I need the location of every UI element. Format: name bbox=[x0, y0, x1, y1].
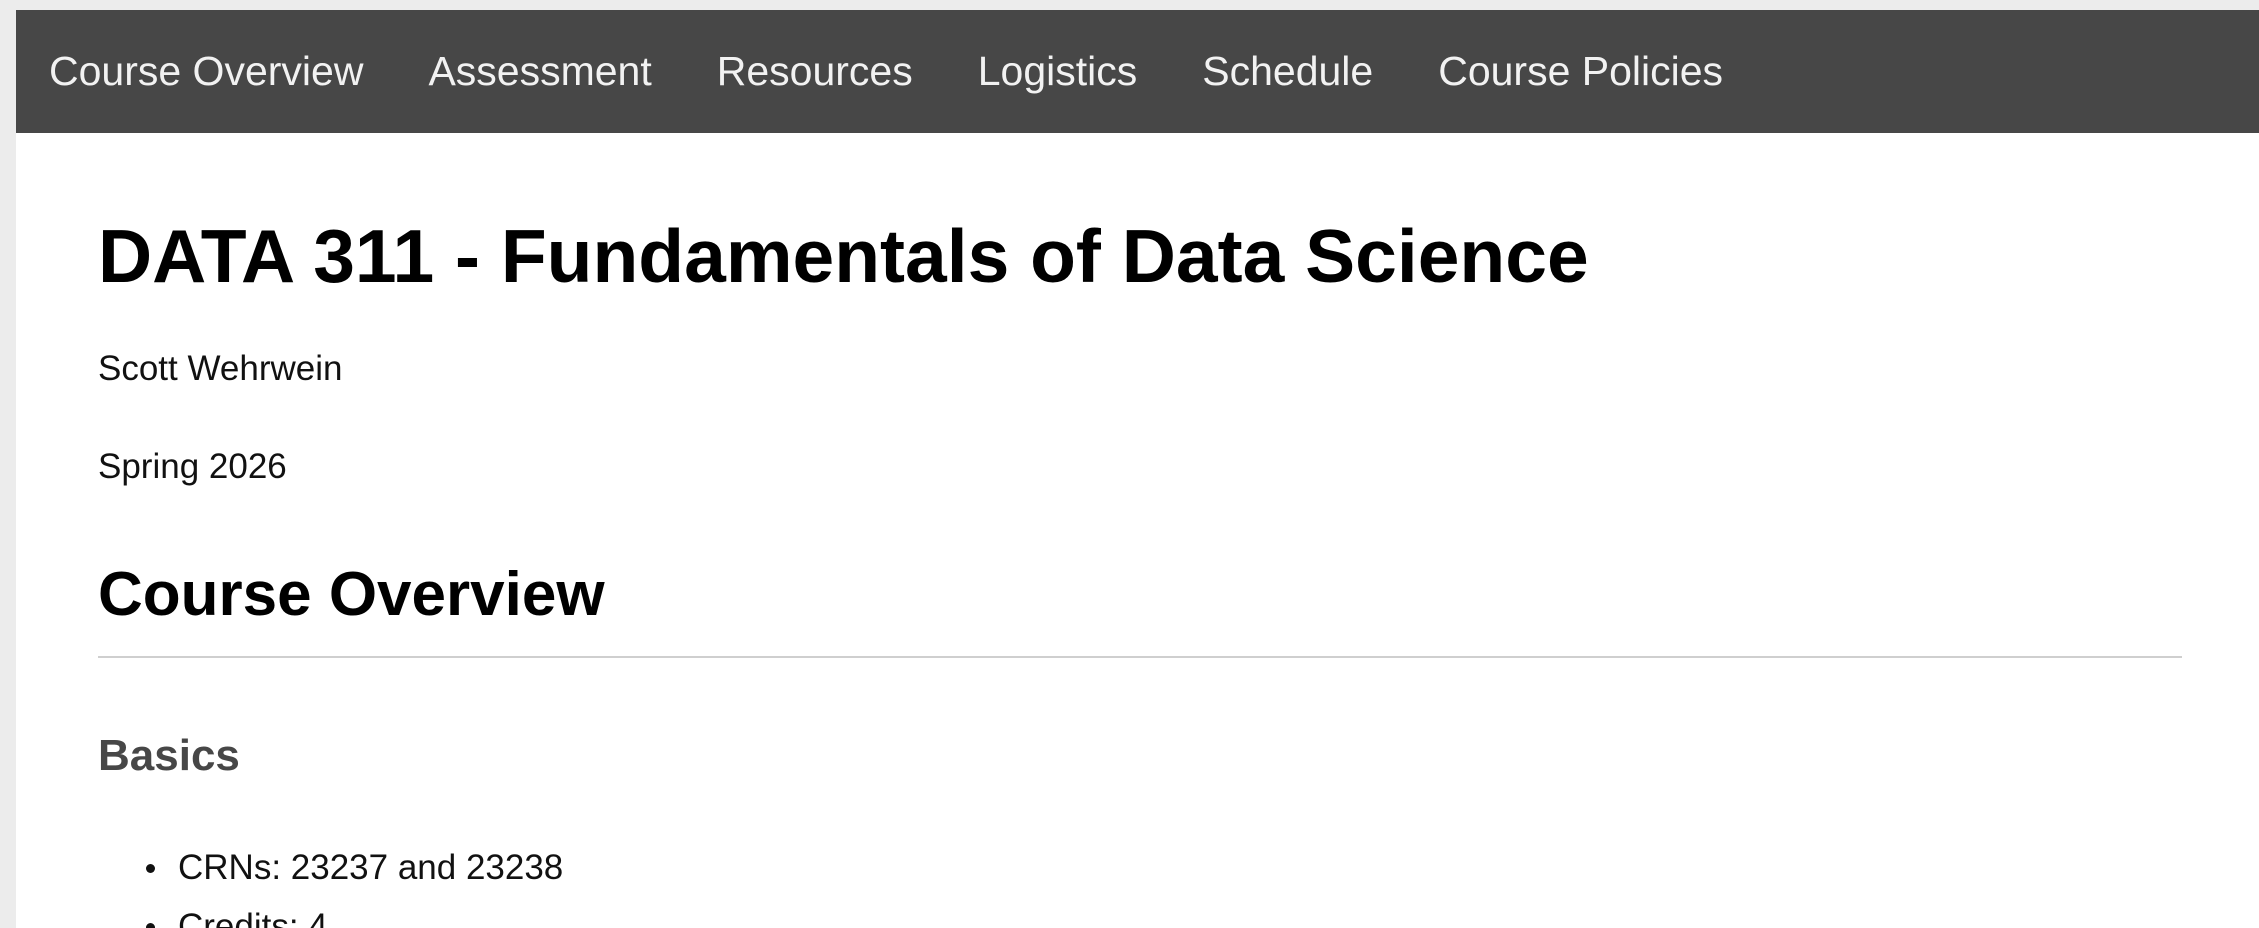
nav-item-resources[interactable]: Resources bbox=[717, 51, 913, 92]
nav-item-logistics[interactable]: Logistics bbox=[978, 51, 1138, 92]
course-term: Spring 2026 bbox=[98, 447, 287, 486]
list-item: CRNs: 23237 and 23238 bbox=[98, 850, 563, 909]
nav-item-course-overview[interactable]: Course Overview bbox=[49, 51, 363, 92]
bullet-icon bbox=[146, 923, 155, 928]
instructor-name: Scott Wehrwein bbox=[98, 349, 343, 388]
nav-item-schedule[interactable]: Schedule bbox=[1202, 51, 1373, 92]
page-title: DATA 311 - Fundamentals of Data Science bbox=[98, 214, 1589, 298]
list-item-text: CRNs: 23237 and 23238 bbox=[178, 848, 564, 887]
section-divider bbox=[98, 656, 2182, 658]
subheading-basics: Basics bbox=[98, 731, 240, 780]
list-item-text: Credits: 4 bbox=[178, 907, 328, 928]
nav-item-assessment[interactable]: Assessment bbox=[428, 51, 651, 92]
section-heading-course-overview: Course Overview bbox=[98, 560, 605, 629]
top-navbar: Course Overview Assessment Resources Log… bbox=[16, 10, 2259, 133]
nav-item-course-policies[interactable]: Course Policies bbox=[1438, 51, 1723, 92]
bullet-icon bbox=[146, 864, 155, 873]
list-item: Credits: 4 bbox=[98, 909, 563, 928]
basics-list: CRNs: 23237 and 23238 Credits: 4 bbox=[98, 850, 563, 928]
page: Course Overview Assessment Resources Log… bbox=[16, 10, 2259, 928]
